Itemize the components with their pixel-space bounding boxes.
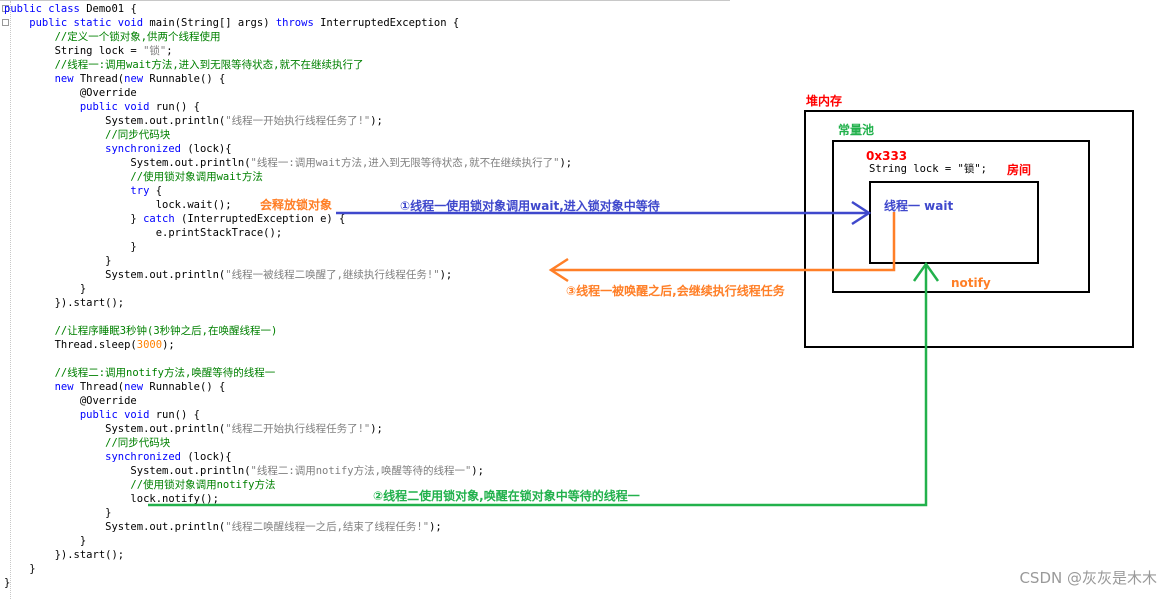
- watermark: CSDN @灰灰是木木: [1019, 569, 1157, 587]
- release-lock-note: 会释放锁对象: [260, 198, 333, 212]
- notify-note: notify: [951, 276, 991, 290]
- step2-note: ②线程二使用锁对象,唤醒在锁对象中等待的线程一: [373, 489, 640, 503]
- step1-note: ①线程一使用锁对象调用wait,进入锁对象中等待: [400, 199, 660, 213]
- step3-note: ③线程一被唤醒之后,会继续执行线程任务: [566, 284, 785, 298]
- arrows-layer: [148, 200, 940, 507]
- notify-arrow: [148, 261, 940, 507]
- resume-arrow: [548, 212, 896, 283]
